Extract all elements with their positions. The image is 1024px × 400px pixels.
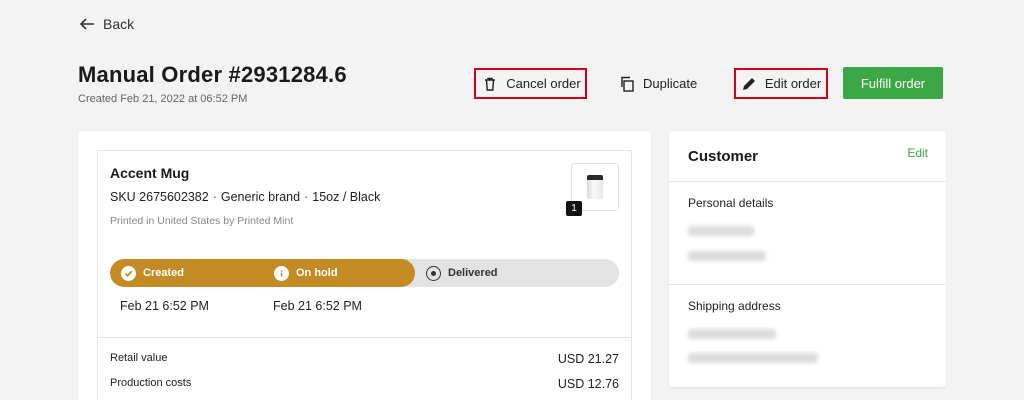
product-brand: Generic brand — [220, 190, 301, 204]
customer-edit-link[interactable]: Edit — [907, 146, 928, 160]
product-name: Accent Mug — [110, 165, 190, 181]
divider — [669, 181, 946, 182]
customer-card: Customer Edit Personal details Shipping … — [669, 131, 946, 387]
created-date: Feb 21 6:52 PM — [120, 299, 209, 313]
check-icon — [121, 265, 136, 281]
cancel-order-label: Cancel order — [506, 76, 581, 91]
trash-icon — [485, 77, 496, 91]
status-progress: Created On hold Delivered — [110, 259, 619, 287]
fulfill-order-label: Fulfill order — [860, 75, 926, 91]
order-item-card: Accent Mug SKU 2675602382 · Generic brand ·… — [78, 131, 651, 400]
blurred-address-line-1 — [688, 329, 776, 339]
retail-value-row: Retail value USD 21.27 — [110, 352, 619, 366]
shipping-address-heading: Shipping address — [688, 299, 781, 313]
info-icon — [274, 265, 289, 281]
duplicate-label: Duplicate — [643, 76, 698, 91]
cancel-order-button[interactable]: Cancel order — [474, 68, 587, 99]
fulfill-order-button[interactable]: Fulfill order — [843, 67, 943, 99]
step-on-hold: On hold — [274, 259, 338, 287]
blurred-customer-name — [688, 226, 754, 236]
divider — [669, 284, 946, 285]
production-costs-row: Production costs USD 12.76 — [110, 377, 619, 391]
personal-details-heading: Personal details — [688, 196, 774, 210]
product-variant: 15oz / Black — [312, 190, 381, 204]
duplicate-button[interactable]: Duplicate — [619, 68, 697, 99]
step-on-hold-label: On hold — [296, 267, 338, 279]
edit-order-button[interactable]: Edit order — [734, 68, 828, 99]
production-costs-amount: USD 12.76 — [557, 377, 619, 391]
edit-order-label: Edit order — [764, 76, 822, 91]
divider — [98, 337, 631, 338]
retail-value-amount: USD 21.27 — [557, 352, 619, 366]
retail-value-label: Retail value — [110, 352, 168, 364]
back-link[interactable]: Back — [79, 16, 134, 32]
step-delivered-label: Delivered — [448, 267, 498, 279]
copy-icon — [621, 76, 634, 92]
blurred-customer-phone — [688, 251, 766, 261]
product-details: SKU 2675602382 · Generic brand · 15oz / Blac… — [110, 190, 381, 204]
radio-icon — [426, 265, 441, 281]
quantity-badge: 1 — [566, 201, 582, 216]
arrow-left-icon — [79, 18, 94, 30]
product-sku: SKU 2675602382 — [110, 190, 209, 204]
line-item: Accent Mug SKU 2675602382 · Generic brand ·… — [97, 150, 632, 400]
blurred-address-line-2 — [688, 353, 818, 363]
page-title: Manual Order #2931284.6 — [78, 62, 347, 87]
pencil-icon — [742, 77, 755, 90]
step-delivered: Delivered — [426, 259, 498, 287]
on-hold-date: Feb 21 6:52 PM — [273, 299, 362, 313]
back-label: Back — [103, 16, 135, 32]
customer-title: Customer — [688, 148, 759, 165]
step-created-label: Created — [143, 267, 184, 279]
order-created-date: Created Feb 21, 2022 at 06:52 PM — [78, 93, 248, 105]
print-provider: Printed in United States by Printed Mint — [110, 215, 294, 227]
production-costs-label: Production costs — [110, 377, 192, 389]
step-created: Created — [121, 259, 184, 287]
mug-image — [587, 175, 603, 199]
